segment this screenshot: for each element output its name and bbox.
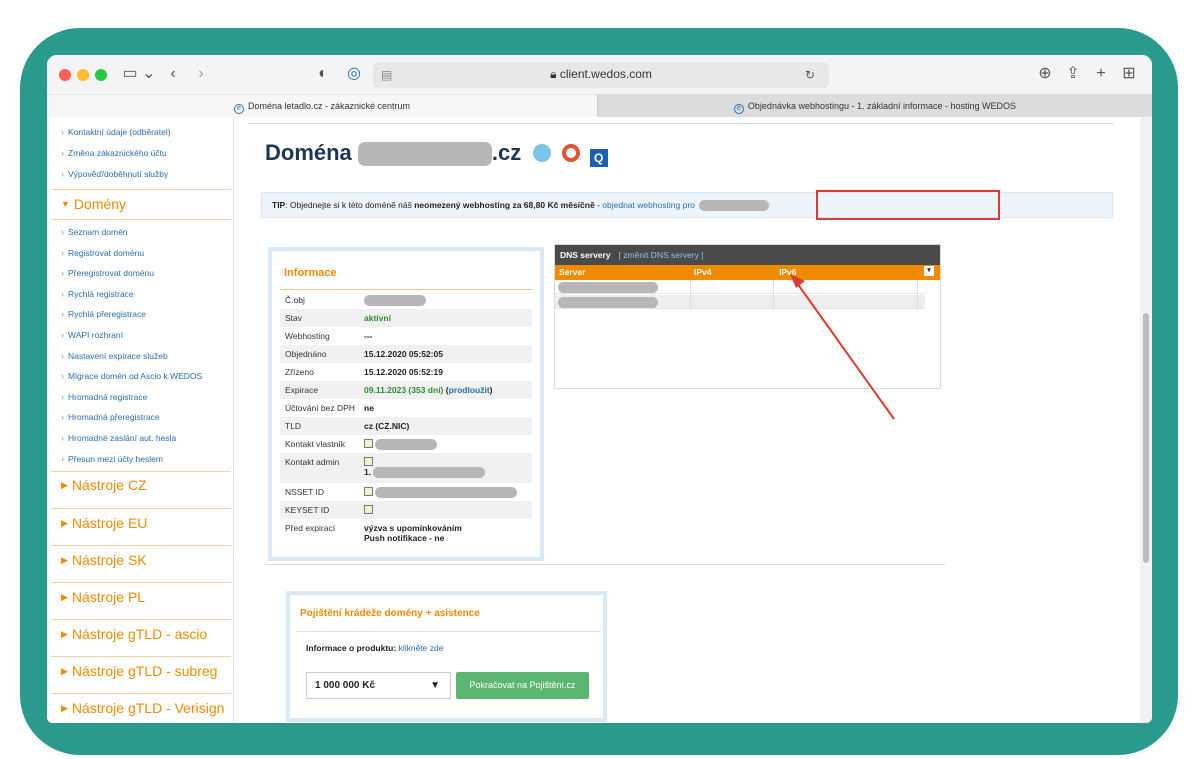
caret-right-icon: ▶	[61, 666, 68, 676]
sidebar-link[interactable]: Hromadná registrace	[61, 392, 147, 402]
caret-down-icon: ▼	[61, 199, 70, 209]
wedos-favicon-icon: e	[233, 104, 244, 114]
page-content: Kontaktní údaje (odběratel) Změna zákazn…	[47, 117, 1152, 723]
divider	[265, 564, 945, 565]
caret-right-icon: ▶	[61, 518, 68, 528]
sidebar-link[interactable]: Nastavení expirace služeb	[61, 351, 168, 361]
address-bar[interactable]: ▤ 🔒︎ client.wedos.com ↻	[373, 62, 829, 88]
sidebar-link[interactable]: Migrace domén od Ascio k WEDOS	[61, 371, 202, 381]
sidebar-section-tools[interactable]: ▶ Nástroje gTLD - ascio	[61, 626, 207, 642]
chevron-down-icon: ▼	[430, 680, 440, 691]
sidebar: Kontaktní údaje (odběratel) Změna zákazn…	[47, 117, 234, 723]
caret-right-icon: ▶	[61, 480, 68, 490]
extension-icon[interactable]: ◎	[345, 64, 363, 84]
tab-domain[interactable]: e Doména letadlo.cz - zákaznické centrum	[47, 95, 597, 117]
sidebar-section-tools[interactable]: ▶ Nástroje gTLD - Verisign	[61, 700, 224, 716]
scrollbar-thumb[interactable]	[1143, 313, 1149, 563]
sidebar-link[interactable]: Kontaktní údaje (odběratel)	[61, 127, 171, 137]
caret-right-icon: ▶	[61, 592, 68, 602]
tab-overview-icon[interactable]: ⊞	[1121, 64, 1137, 84]
sidebar-section-tools[interactable]: ▶ Nástroje CZ	[61, 477, 147, 493]
sidebar-section-tools[interactable]: ▶ Nástroje PL	[61, 589, 145, 605]
sidebar-link[interactable]: Změna zákaznického účtu	[61, 148, 167, 158]
wedos-favicon-icon: e	[733, 104, 744, 114]
amount-select[interactable]: 1 000 000 Kč ▼	[306, 672, 451, 699]
sidebar-link[interactable]: WAPI rozhraní	[61, 330, 123, 340]
sidebar-link[interactable]: Přesun mezi účty heslem	[61, 454, 163, 464]
browser-window: ▭ ⌄ ‹ › ◐ ◎ ▤ 🔒︎ client.wedos.com ↻ ⊕ ⇪ …	[47, 55, 1152, 723]
continue-insurance-button[interactable]: Pokračovat na Pojištění.cz	[456, 672, 589, 699]
lock-icon: 🔒︎	[550, 67, 560, 81]
reload-icon[interactable]: ↻	[805, 65, 815, 85]
new-tab-icon[interactable]: +	[1093, 64, 1109, 84]
sidebar-link[interactable]: Registrovat doménu	[61, 248, 144, 258]
share-icon[interactable]: ⇪	[1065, 64, 1081, 84]
divider	[51, 219, 231, 220]
maximize-dot[interactable]	[95, 69, 107, 81]
product-info-link[interactable]: klikněte zde	[399, 643, 444, 653]
sidebar-section-domeny[interactable]: ▼ Domény	[61, 196, 126, 212]
close-dot[interactable]	[59, 69, 71, 81]
sidebar-section-tools[interactable]: ▶ Nástroje gTLD - subreg	[61, 663, 217, 679]
browser-toolbar: ▭ ⌄ ‹ › ◐ ◎ ▤ 🔒︎ client.wedos.com ↻ ⊕ ⇪ …	[47, 55, 1152, 95]
caret-right-icon: ▶	[61, 703, 68, 713]
url-text: client.wedos.com	[559, 67, 652, 81]
main-area: Doména .cz Q TIP: Objednejte si k této d…	[234, 117, 1152, 723]
tab-hosting-order[interactable]: e Objednávka webhostingu - 1. základní in…	[597, 95, 1152, 117]
tab-bar: e Doména letadlo.cz - zákaznické centrum …	[47, 95, 1152, 117]
product-info: Informace o produktu: klikněte zde	[306, 643, 444, 653]
caret-right-icon: ▶	[61, 555, 68, 565]
sidebar-section-tools[interactable]: ▶ Nástroje SK	[61, 552, 147, 568]
download-icon[interactable]: ⊕	[1037, 64, 1053, 84]
insurance-panel: Pojištění krádeže domény + asistence Inf…	[286, 591, 607, 722]
insurance-title: Pojištění krádeže domény + asistence	[300, 608, 480, 619]
sidebar-link[interactable]: Rychlá přeregistrace	[61, 309, 146, 319]
caret-right-icon: ▶	[61, 629, 68, 639]
sidebar-section-tools[interactable]: ▶ Nástroje EU	[61, 515, 147, 531]
sidebar-toggle-icon[interactable]: ▭ ⌄	[119, 64, 159, 84]
sidebar-link[interactable]: Hromadné zaslání aut. hesla	[61, 433, 176, 443]
sidebar-link[interactable]: Hromadná přeregistrace	[61, 412, 160, 422]
scrollbar[interactable]	[1140, 117, 1152, 723]
divider	[51, 189, 231, 190]
forward-icon[interactable]: ›	[193, 64, 209, 84]
sidebar-link[interactable]: Rychlá registrace	[61, 289, 134, 299]
shield-icon[interactable]: ◐	[315, 64, 331, 84]
sidebar-link[interactable]: Výpověď/doběhnutí služby	[61, 169, 168, 179]
minimize-dot[interactable]	[77, 69, 89, 81]
sidebar-link[interactable]: Přeregistrovat doménu	[61, 268, 154, 278]
back-icon[interactable]: ‹	[165, 64, 181, 84]
sidebar-link[interactable]: Seznam domén	[61, 227, 128, 237]
